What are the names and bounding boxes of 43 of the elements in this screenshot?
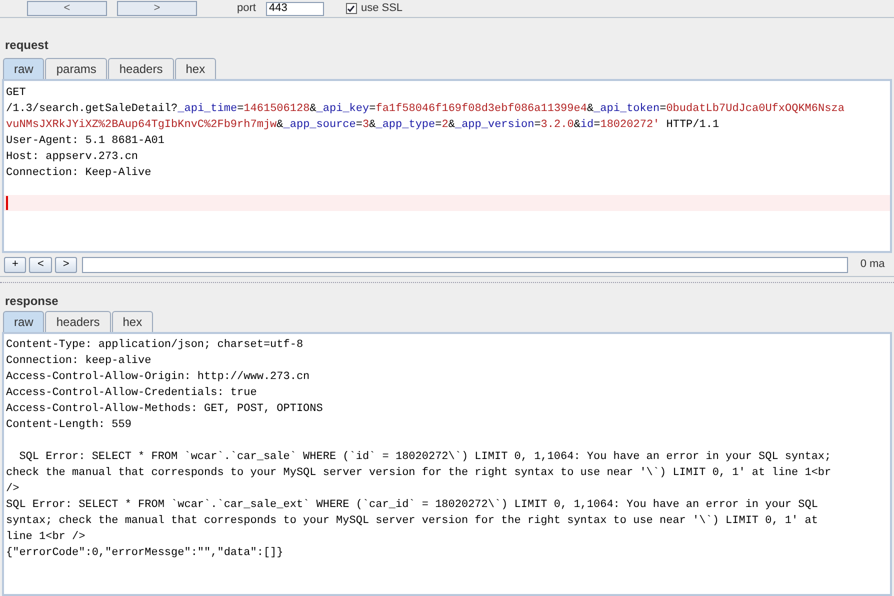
tab[interactable]: hex — [112, 311, 154, 332]
request-line: vuNMsJXRkJYiXZ%2BAup64TgIbKnvC%2Fb9rh7mjw&_app_source=3&_app_type=2&_app_version=3.2.0&id=18020272' HTTP/1.1 — [5, 118, 720, 133]
tab[interactable]: params — [45, 58, 108, 79]
tab[interactable]: raw — [3, 311, 44, 332]
response-line: Connection: keep-alive — [5, 354, 152, 369]
response-line: {"errorCode":0,"errorMessge":"","data":[]} — [5, 546, 284, 561]
response-line: Content-Type: application/json; charset=utf-8 — [5, 338, 304, 353]
request-line: Connection: Keep-Alive — [5, 166, 152, 181]
response-line: Access-Control-Allow-Origin: http://www.273.cn — [5, 370, 311, 385]
request-line: User-Agent: 5.1 8681-A01 — [5, 134, 166, 149]
checkbox[interactable] — [346, 3, 357, 14]
response-line: check the manual that corresponds to your MySQL server version for the right syntax to use near '\`) LIMIT 0, 1' at line 1<br — [5, 466, 832, 481]
response-line: syntax; check the manual that corresponds to your MySQL server version for the right syntax to use near '\`) LIMIT 0, 1' at — [5, 514, 819, 529]
response-line: line 1<br /> — [5, 530, 86, 545]
response-line: /> — [5, 482, 20, 497]
nav-button[interactable]: < — [29, 256, 52, 272]
response-editor[interactable] — [2, 332, 892, 596]
response-line: Access-Control-Allow-Credentials: true — [5, 386, 258, 401]
request-line: GET — [5, 86, 27, 101]
nav-button[interactable]: + — [4, 256, 26, 272]
request-line: Host: appserv.273.cn — [5, 150, 140, 165]
search-field[interactable] — [82, 256, 848, 272]
request-line: /1.3/search.getSaleDetail?_api_time=1461506128&_api_key=fa1f58046f169f08d3ebf086a11399e4&_api_token=0budatLb7UdJca0UfxOQKM6Nsza — [5, 102, 846, 117]
response-line: SQL Error: SELECT * FROM `wcar`.`car_sale_ext` WHERE (`car_id` = 18020272\`) LIMIT 0, 1,1064: You have an error in your SQL — [5, 498, 819, 513]
tab[interactable]: hex — [174, 58, 216, 79]
section-title: response — [4, 293, 60, 309]
nav-button[interactable]: > — [117, 1, 197, 16]
tab[interactable]: headers — [45, 311, 111, 332]
tab[interactable]: headers — [108, 58, 174, 79]
response-line: SQL Error: SELECT * FROM `wcar`.`car_sale` WHERE (`id` = 18020272\`) LIMIT 0, 1,1064: You have an error in your SQL syntax; — [18, 450, 832, 465]
nav-button[interactable]: < — [27, 1, 107, 16]
section-title: request — [4, 37, 50, 53]
check-icon — [347, 4, 356, 12]
response-line: Content-Length: 559 — [5, 418, 132, 433]
text-cursor — [6, 196, 8, 210]
port-label: port — [237, 1, 256, 16]
tab[interactable]: raw — [3, 58, 44, 79]
nav-button[interactable]: > — [54, 256, 78, 272]
response-line: Access-Control-Allow-Methods: GET, POST, OPTIONS — [5, 402, 324, 417]
match-count: 0 ma — [860, 257, 885, 272]
port-field[interactable]: 443 — [266, 2, 324, 16]
ssl-label: use SSL — [360, 1, 403, 16]
request-editor[interactable] — [2, 79, 892, 253]
